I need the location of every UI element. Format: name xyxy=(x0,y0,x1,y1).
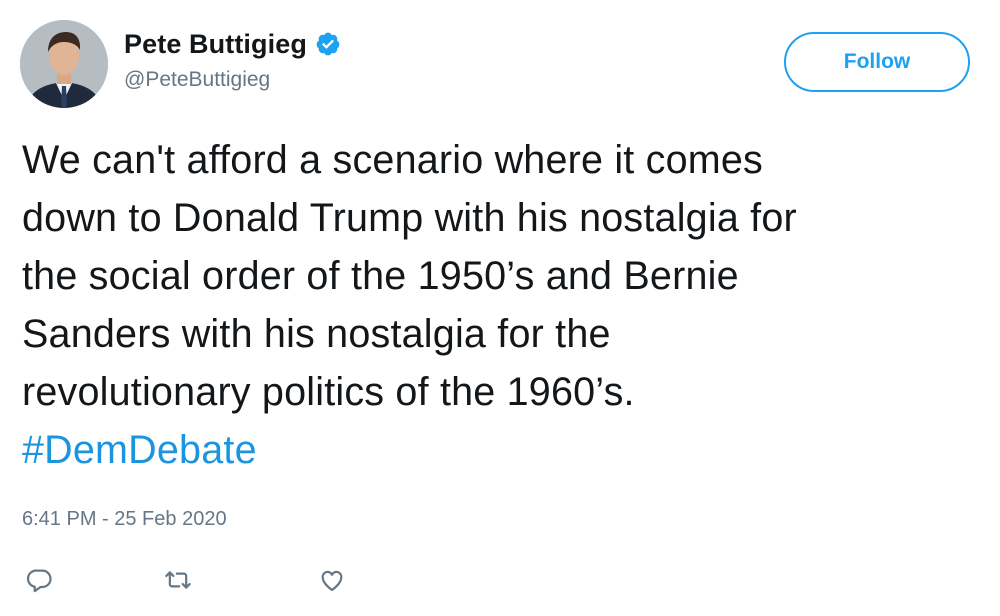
verified-badge-icon xyxy=(315,31,341,57)
tweet-timestamp[interactable]: 6:41 PM - 25 Feb 2020 xyxy=(22,508,227,531)
tweet-actions xyxy=(22,562,422,598)
hashtag-link[interactable]: #DemDebate xyxy=(22,428,257,472)
display-name-row: Pete Buttigieg xyxy=(124,26,341,62)
tweet-text: We can't afford a scenario where it come… xyxy=(22,131,982,479)
user-names: Pete Buttigieg @PeteButtigieg xyxy=(124,26,341,92)
user-handle[interactable]: @PeteButtigieg xyxy=(124,68,341,92)
reply-button[interactable] xyxy=(22,562,58,598)
reply-icon xyxy=(26,566,54,594)
tweet-header: Pete Buttigieg @PeteButtigieg Follow xyxy=(20,20,980,110)
avatar[interactable] xyxy=(20,20,108,108)
tweet-text-line: We can't afford a scenario where it come… xyxy=(22,138,763,182)
tweet-text-line: revolutionary politics of the 1960’s. xyxy=(22,370,635,414)
tweet-text-line: the social order of the 1950’s and Berni… xyxy=(22,254,739,298)
tweet-text-line: Sanders with his nostalgia for the xyxy=(22,312,611,356)
display-name[interactable]: Pete Buttigieg xyxy=(124,29,307,60)
retweet-button[interactable] xyxy=(160,562,196,598)
follow-button[interactable]: Follow xyxy=(784,32,970,92)
tweet-text-line: down to Donald Trump with his nostalgia … xyxy=(22,196,797,240)
like-icon xyxy=(318,566,346,594)
avatar-image xyxy=(20,20,108,108)
retweet-icon xyxy=(164,566,192,594)
tweet-card: Pete Buttigieg @PeteButtigieg Follow We … xyxy=(0,0,1000,616)
like-button[interactable] xyxy=(314,562,350,598)
